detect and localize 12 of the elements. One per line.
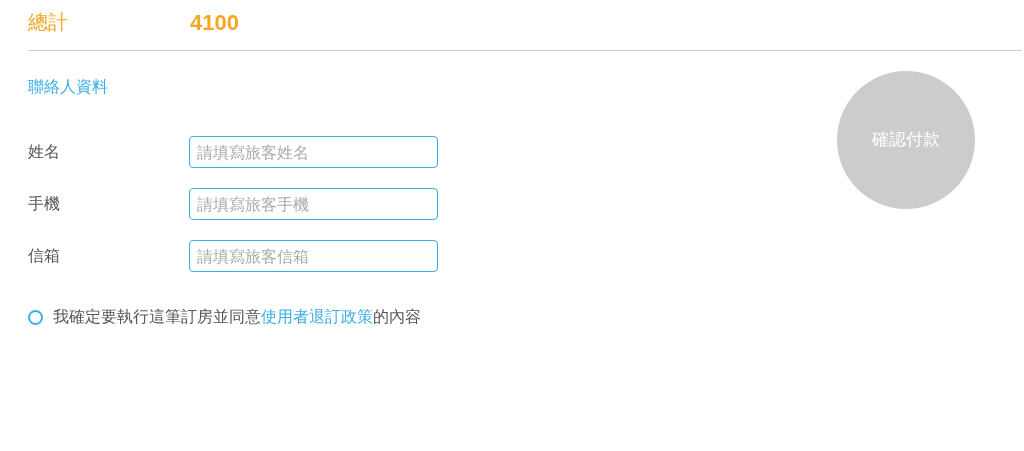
policy-link[interactable]: 使用者退訂政策	[261, 307, 373, 326]
field-label: 手機	[28, 193, 61, 215]
total-amount: 4100	[190, 8, 239, 37]
input-field[interactable]: 請填寫旅客姓名	[189, 136, 438, 168]
agreement-text: 我確定要執行這筆訂房並同意使用者退訂政策的內容	[53, 306, 421, 328]
input-field[interactable]: 請填寫旅客手機	[189, 188, 438, 220]
section-title: 聯絡人資料	[28, 77, 108, 96]
field-label: 姓名	[28, 141, 61, 163]
field-label: 信箱	[28, 245, 61, 267]
input-field[interactable]: 請填寫旅客信箱	[189, 240, 438, 272]
radio-button[interactable]	[28, 309, 43, 325]
total-label: 總計	[28, 9, 69, 36]
